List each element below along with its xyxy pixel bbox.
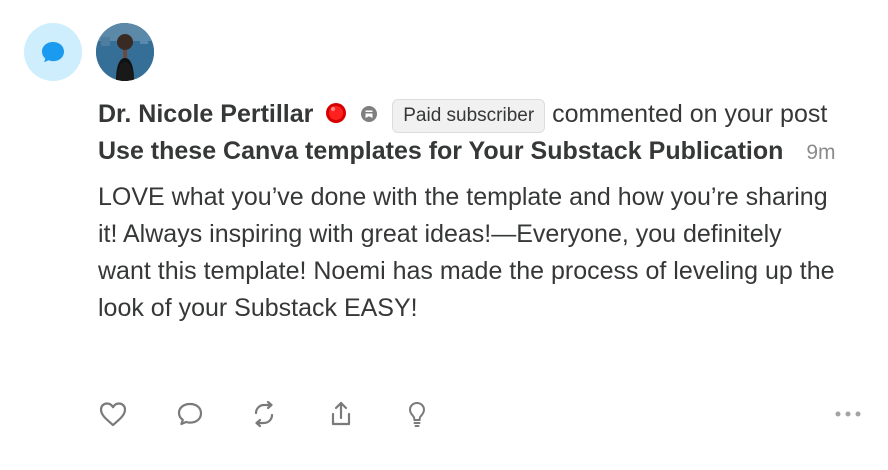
comment-icon: [177, 402, 203, 426]
more-options-button[interactable]: [834, 404, 862, 424]
timestamp: 9m: [806, 141, 836, 164]
notification-content: Dr. Nicole Pertillar Paid subscriber com…: [98, 96, 838, 327]
user-avatar: [96, 23, 154, 81]
author-name[interactable]: Dr. Nicole Pertillar: [98, 100, 313, 128]
post-title-link[interactable]: Use these Canva templates for Your Subst…: [98, 137, 783, 165]
lightbulb-icon: [409, 402, 425, 427]
chat-bubble-icon: [42, 42, 64, 63]
notification-headline: Dr. Nicole Pertillar Paid subscriber com…: [98, 96, 838, 171]
comment-text: LOVE what you’ve done with the template …: [98, 183, 835, 322]
more-icon: [835, 411, 861, 417]
action-text: commented on your post: [552, 100, 828, 128]
share-button[interactable]: [324, 397, 358, 431]
red-dot-icon: [326, 103, 347, 123]
comment-notification-badge: [24, 23, 82, 81]
comment-button[interactable]: [173, 397, 207, 431]
restack-icon: [254, 400, 274, 428]
substack-icon: [361, 106, 378, 122]
heart-icon: [99, 402, 127, 427]
like-button[interactable]: [96, 397, 130, 431]
restack-button[interactable]: [247, 397, 281, 431]
paid-subscriber-badge: Paid subscriber: [392, 99, 546, 133]
avatar[interactable]: [96, 23, 154, 81]
share-icon: [331, 401, 351, 426]
lightbulb-button[interactable]: [400, 397, 434, 431]
